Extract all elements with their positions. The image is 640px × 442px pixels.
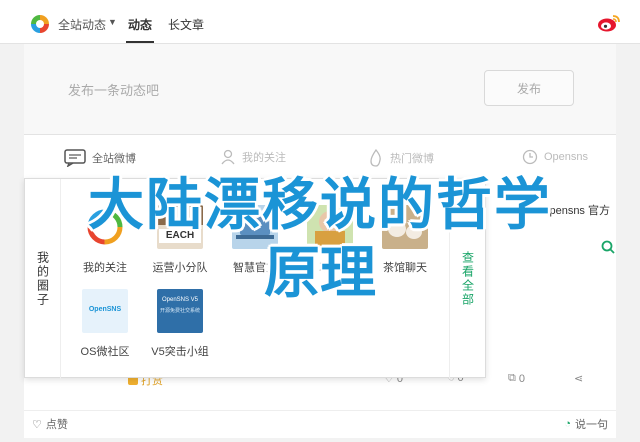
bottom-bar: ♡ 点赞 ◔ 说一句: [24, 410, 616, 438]
site-selector[interactable]: 全站动态: [58, 16, 106, 33]
tab-long-article[interactable]: 长文章: [168, 16, 204, 33]
share-icon-button[interactable]: ⋖: [574, 372, 583, 385]
share-icon: ⋖: [574, 373, 584, 385]
share-count: 0: [518, 372, 525, 385]
tab-dynamic[interactable]: 动态: [128, 16, 152, 33]
post-input[interactable]: 发布一条动态吧: [68, 80, 159, 99]
post-composer: 发布一条动态吧 发布: [24, 44, 616, 134]
share-action[interactable]: ⧉ 0: [508, 372, 525, 385]
circle-label: V5突击小组: [151, 346, 209, 358]
circle-label: OS微社区: [80, 346, 130, 358]
top-nav: 全站动态 ▼ 动态 长文章: [0, 0, 640, 44]
comment-label: 说一句: [575, 419, 608, 431]
chat-icon: ◔: [564, 418, 571, 430]
site-logo-icon[interactable]: [31, 15, 49, 33]
weibo-icon[interactable]: [597, 13, 621, 33]
overlay-title-line2: 原理: [264, 241, 376, 306]
like-button[interactable]: ♡ 点赞: [32, 416, 68, 432]
repost-icon: ⧉: [508, 372, 516, 384]
comment-button[interactable]: ◔ 说一句: [564, 416, 608, 432]
like-label: 点赞: [45, 419, 68, 431]
chevron-down-icon[interactable]: ▼: [108, 17, 117, 27]
heart-icon: ♡: [32, 418, 42, 431]
publish-button[interactable]: 发布: [484, 70, 574, 106]
active-tab-indicator: [126, 41, 154, 43]
